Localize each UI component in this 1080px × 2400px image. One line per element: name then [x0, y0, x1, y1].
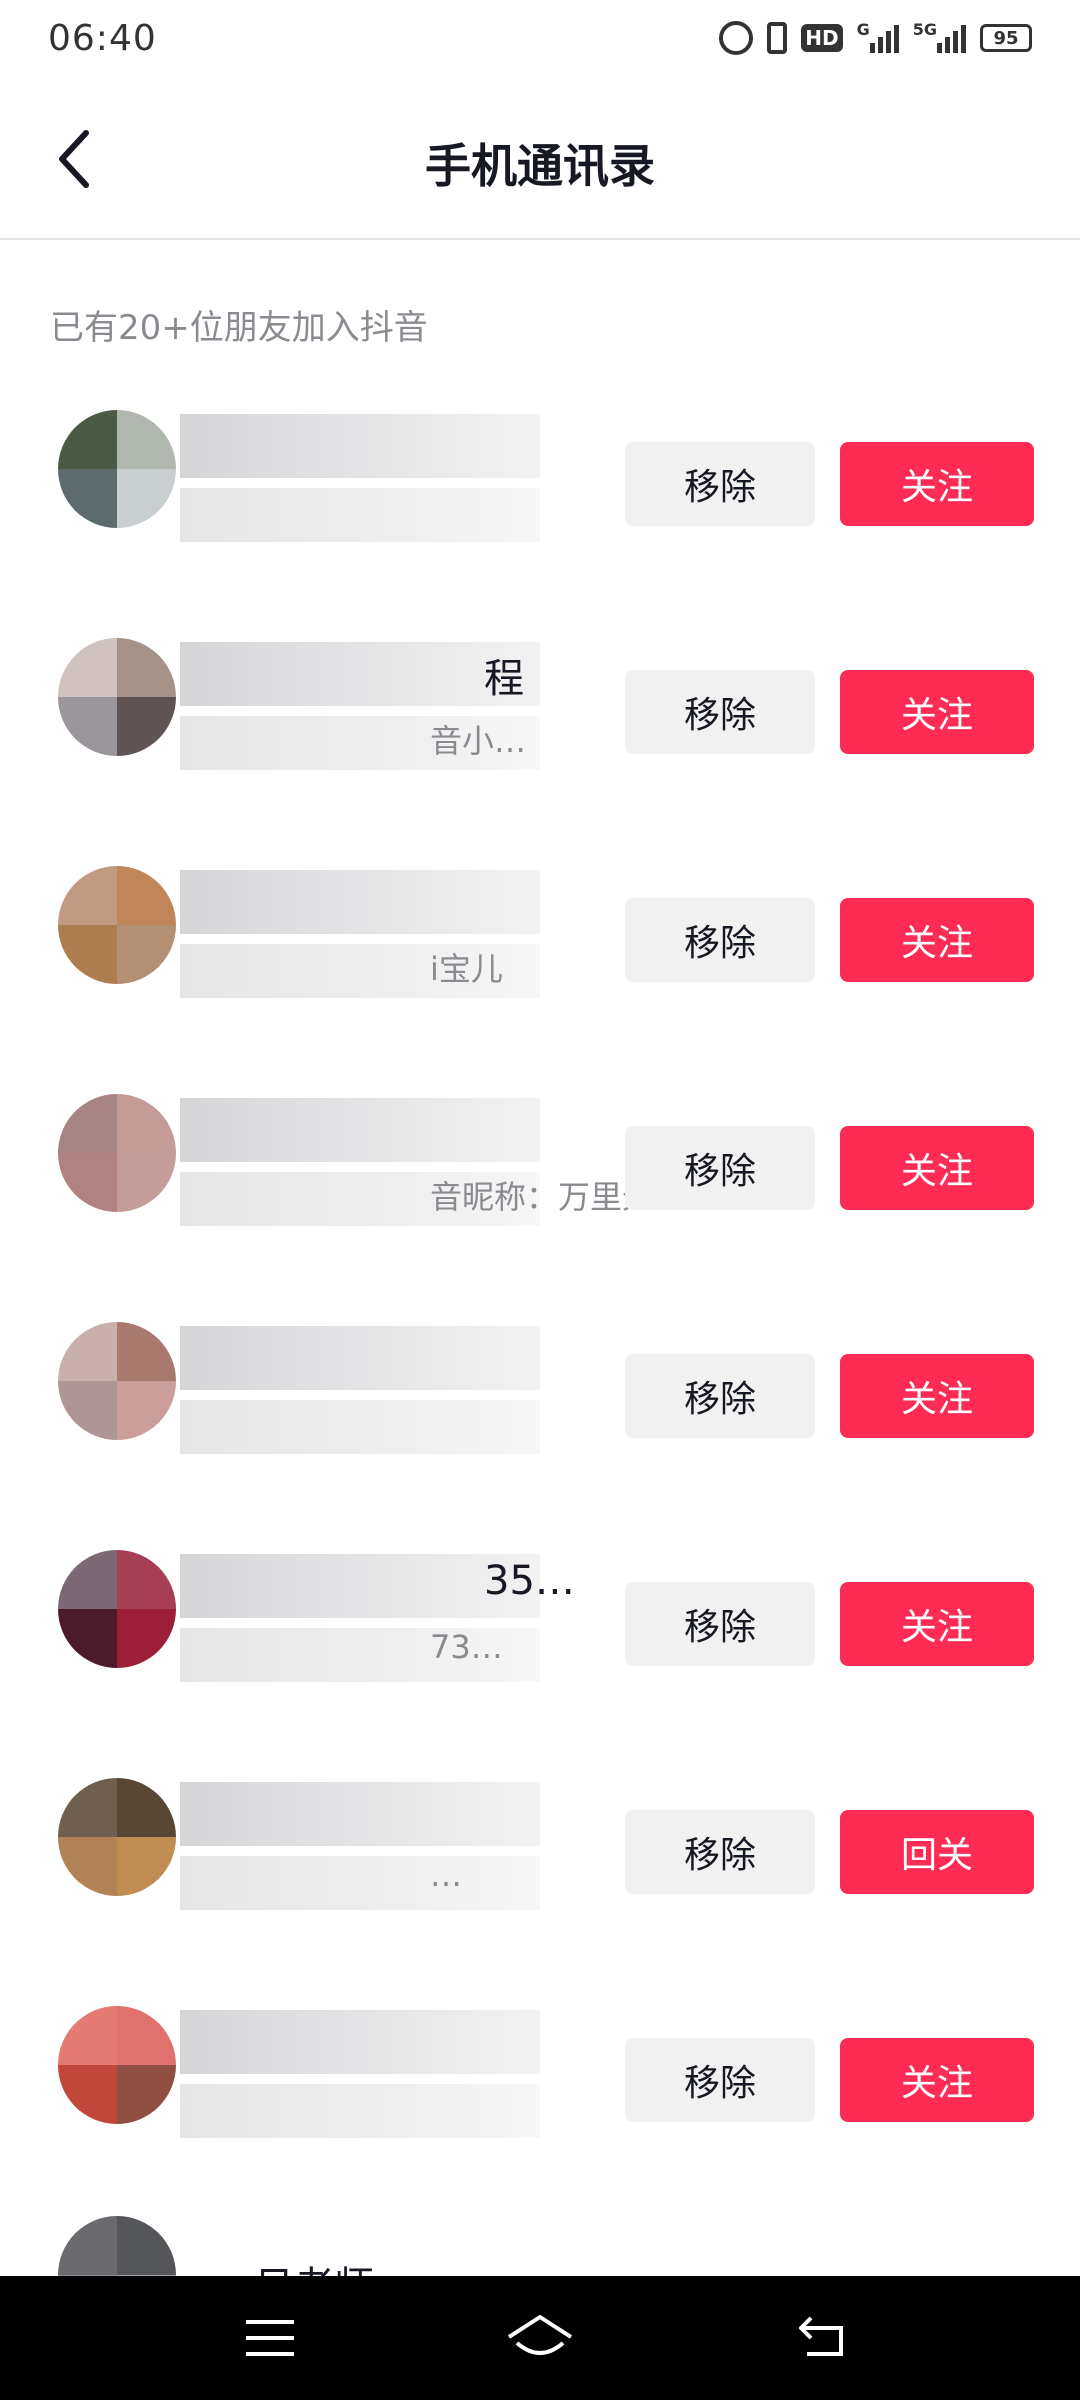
contact-subtitle: …: [430, 1856, 462, 1894]
contact-row[interactable]: … 移除 回关: [0, 1738, 1080, 1966]
header: 手机通讯录: [0, 80, 1080, 240]
contact-row[interactable]: 35… 73… 移除 关注: [0, 1510, 1080, 1738]
status-time: 06:40: [48, 18, 157, 59]
follow-button[interactable]: 关注: [840, 1354, 1034, 1438]
avatar[interactable]: [58, 1550, 176, 1668]
avatar[interactable]: [58, 638, 176, 756]
remove-button[interactable]: 移除: [625, 2038, 815, 2122]
contact-name-blurred: [180, 414, 540, 478]
contact-subtitle-blurred: [180, 1856, 540, 1910]
status-bar: 06:40 HD G 5G 95: [0, 0, 1080, 80]
avatar[interactable]: [58, 1094, 176, 1212]
follow-button[interactable]: 关注: [840, 2038, 1034, 2122]
contact-name: 程: [484, 656, 524, 702]
contact-row[interactable]: 移除 关注: [0, 1966, 1080, 2194]
follow-back-button[interactable]: 回关: [840, 1810, 1034, 1894]
avatar[interactable]: [58, 866, 176, 984]
home-icon: [507, 2315, 573, 2355]
network-g-label: G: [856, 20, 870, 39]
page-title: 手机通讯录: [425, 139, 655, 193]
contact-row[interactable]: 移除 关注: [0, 1282, 1080, 1510]
home-button[interactable]: [490, 2298, 590, 2378]
remove-button[interactable]: 移除: [625, 670, 815, 754]
contact-row[interactable]: i宝儿 移除 关注: [0, 826, 1080, 1054]
avatar[interactable]: [58, 1778, 176, 1896]
contact-list: 移除 关注程音小… 移除 关注 i宝儿 移除 关注 音昵称：万里无… 移除 关注 移除 关注 35… 73…: [0, 370, 1080, 2194]
follow-button[interactable]: 关注: [840, 442, 1034, 526]
follow-button[interactable]: 关注: [840, 670, 1034, 754]
contact-name-blurred: [180, 2010, 540, 2074]
follow-button[interactable]: 关注: [840, 1126, 1034, 1210]
remove-button[interactable]: 移除: [625, 1354, 815, 1438]
contact-subtitle: 音小…: [430, 722, 527, 760]
signal-icon: G: [857, 20, 899, 56]
contact-row[interactable]: 程音小… 移除 关注: [0, 598, 1080, 826]
contact-name-blurred: [180, 1098, 540, 1162]
contact-name-blurred: [180, 1782, 540, 1846]
avatar[interactable]: [58, 1322, 176, 1440]
follow-button[interactable]: 关注: [840, 898, 1034, 982]
system-nav-bar: [0, 2276, 1080, 2400]
vibrate-icon: [767, 22, 788, 54]
remove-button[interactable]: 移除: [625, 1810, 815, 1894]
remove-button[interactable]: 移除: [625, 898, 815, 982]
contact-name-blurred: [180, 1326, 540, 1390]
contact-row[interactable]: 音昵称：万里无… 移除 关注: [0, 1054, 1080, 1282]
signal-5g-icon: 5G: [913, 20, 966, 56]
partial-contact-row: 日老师: [0, 2196, 1080, 2334]
contacts-count-subtitle: 已有20+位朋友加入抖音: [50, 308, 428, 348]
avatar[interactable]: [58, 410, 176, 528]
remove-button[interactable]: 移除: [625, 1582, 815, 1666]
avatar[interactable]: [58, 2006, 176, 2124]
menu-button[interactable]: [220, 2298, 320, 2378]
hd-icon: HD: [801, 24, 843, 52]
remove-button[interactable]: 移除: [625, 1126, 815, 1210]
menu-icon: [246, 2320, 294, 2356]
follow-button[interactable]: 关注: [840, 1582, 1034, 1666]
back-icon: [799, 2316, 843, 2356]
contact-subtitle-blurred: [180, 1400, 540, 1454]
contact-name-blurred: [180, 870, 540, 934]
back-nav-button[interactable]: [775, 2298, 875, 2378]
battery-icon: 95: [980, 24, 1032, 52]
network-5g-label: 5G: [912, 20, 937, 39]
status-icons: HD G 5G 95: [719, 20, 1032, 56]
alarm-icon: [719, 21, 754, 55]
contact-subtitle-blurred: [180, 2084, 540, 2138]
remove-button[interactable]: 移除: [625, 442, 815, 526]
contact-name: 35…: [484, 1558, 575, 1604]
contact-subtitle-blurred: [180, 488, 540, 542]
contact-subtitle: i宝儿: [430, 950, 503, 988]
contact-row[interactable]: 移除 关注: [0, 370, 1080, 598]
contact-subtitle: 73…: [430, 1628, 503, 1666]
